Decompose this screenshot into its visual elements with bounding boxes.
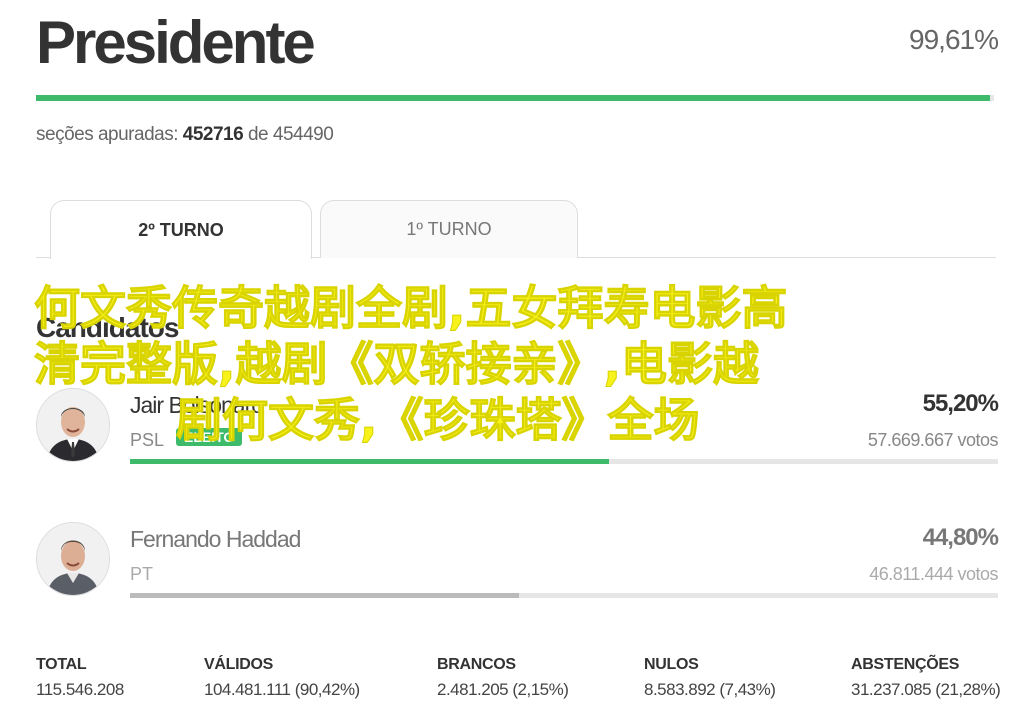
stat-value: 8.583.892 (7,43%) [644, 680, 776, 699]
secoes-apuradas: seções apuradas: 452716 de 454490 [36, 124, 334, 146]
stat-label: BRANCOS [437, 656, 516, 673]
candidate-vote-bar [130, 459, 998, 464]
candidate-vote-bar-fill [130, 593, 519, 598]
secoes-prefix: seções apuradas: [36, 124, 179, 145]
stat-brancos: BRANCOS 2.481.205 (2,15%) [437, 656, 569, 700]
count-progress-fill [36, 95, 991, 101]
stat-label: TOTAL [36, 656, 87, 673]
candidate-party: PSL [130, 430, 165, 450]
secoes-total: 454490 [272, 124, 334, 145]
person-photo-icon [37, 389, 109, 461]
candidate-vote-bar [130, 593, 998, 598]
candidate-name: Fernando Haddad [130, 526, 301, 552]
stat-total: TOTAL 115.546.208 [36, 656, 124, 700]
candidate-row: Jair Bolsonaro PSL ELEITO 55,20% 57.669.… [36, 388, 999, 488]
stat-abstencoes: ABSTENÇÕES 31.237.085 (21,28%) [851, 656, 1001, 700]
secoes-counted: 452716 [182, 124, 244, 145]
candidate-row: Fernando Haddad PT 44,80% 46.811.444 vot… [36, 522, 999, 622]
stat-value: 104.481.111 (90,42%) [204, 680, 360, 699]
candidate-name: Jair Bolsonaro [130, 392, 264, 418]
candidate-party: PT [130, 564, 154, 584]
elected-badge: ELEITO [176, 428, 243, 446]
stat-label: ABSTENÇÕES [851, 656, 960, 673]
candidate-votes: 46.811.444 votos [869, 564, 998, 584]
stat-value: 2.481.205 (2,15%) [437, 680, 569, 699]
count-progress-bar [36, 95, 994, 101]
candidate-votes: 57.669.667 votos [867, 430, 999, 450]
candidate-avatar [36, 522, 110, 596]
percent-counted: 99,61% [909, 24, 999, 55]
stat-nulos: NULOS 8.583.892 (7,43%) [644, 656, 776, 700]
section-title: Candidatos [36, 312, 179, 343]
stat-value: 31.237.085 (21,28%) [851, 680, 1001, 699]
stat-value: 115.546.208 [36, 680, 124, 699]
candidate-percent: 44,80% [922, 524, 999, 551]
candidate-percent: 55,20% [922, 390, 999, 417]
candidate-avatar [36, 388, 110, 462]
stat-label: NULOS [644, 656, 699, 673]
tab-segundo-turno[interactable]: 2º TURNO [50, 200, 312, 259]
stat-validos: VÁLIDOS 104.481.111 (90,42%) [204, 656, 360, 700]
candidate-vote-bar-fill [130, 459, 610, 464]
caption-line: 清完整版,越剧《双轿接亲》,电影越 [34, 337, 760, 392]
stat-label: VÁLIDOS [204, 656, 274, 673]
person-photo-icon [37, 523, 109, 595]
page-title: Presidente [36, 9, 316, 76]
tab-primeiro-turno[interactable]: 1º TURNO [320, 200, 578, 258]
secoes-joiner: de [247, 124, 269, 145]
